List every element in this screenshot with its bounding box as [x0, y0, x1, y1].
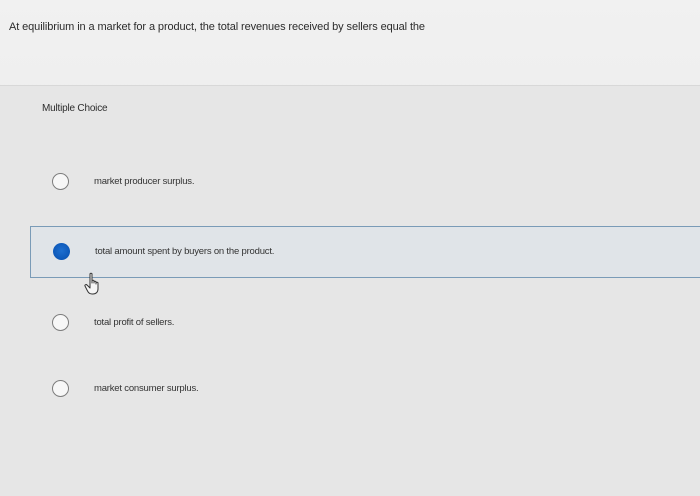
answer-option-1[interactable]: market producer surplus.: [30, 156, 700, 208]
radio-button-unchecked[interactable]: [52, 173, 69, 190]
answer-option-2[interactable]: total amount spent by buyers on the prod…: [30, 226, 700, 278]
answer-option-label: market producer surplus.: [94, 176, 195, 187]
radio-button-unchecked[interactable]: [52, 380, 69, 397]
quiz-page: At equilibrium in a market for a product…: [0, 0, 700, 496]
answer-option-label: total profit of sellers.: [94, 317, 175, 328]
answer-panel: [0, 86, 700, 496]
answer-option-4[interactable]: market consumer surplus.: [30, 363, 700, 415]
answer-option-label: market consumer surplus.: [94, 383, 199, 394]
radio-button-checked[interactable]: [53, 243, 70, 260]
question-text: At equilibrium in a market for a product…: [9, 21, 425, 33]
radio-button-unchecked[interactable]: [52, 314, 69, 331]
multiple-choice-label: Multiple Choice: [42, 103, 108, 114]
answer-option-label: total amount spent by buyers on the prod…: [95, 246, 275, 257]
hand-pointer-icon: [84, 272, 99, 295]
answer-option-3[interactable]: total profit of sellers.: [30, 297, 700, 349]
